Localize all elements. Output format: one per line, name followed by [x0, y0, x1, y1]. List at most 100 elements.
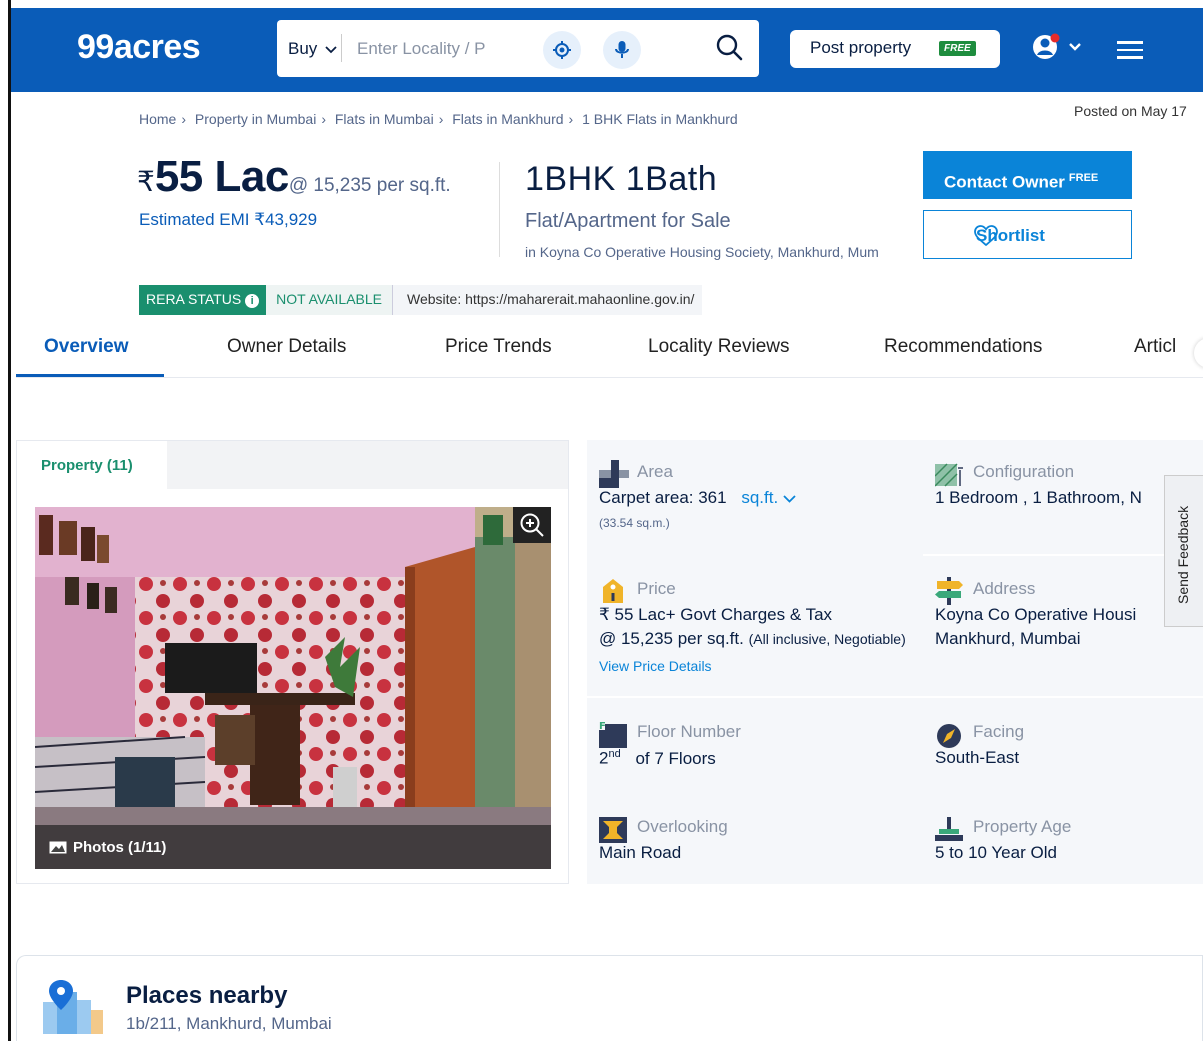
price-rate-text: @ 15,235 per sq.ft.: [599, 629, 744, 648]
search-mode-dropdown[interactable]: Buy: [288, 39, 337, 59]
detail-configuration: Configuration 1 Bedroom , 1 Bathroom, N: [935, 460, 1203, 550]
tab-overview[interactable]: Overview: [44, 336, 129, 358]
section-tabs: Overview Owner Details Price Trends Loca…: [16, 330, 1203, 378]
heart-icon: [974, 225, 998, 247]
photo-count-label: Photos (1/11): [73, 839, 167, 856]
search-icon[interactable]: [715, 33, 743, 61]
facing-label: Facing: [973, 722, 1025, 741]
building-age-icon: [935, 817, 963, 841]
photo-panel: Property (11) Photos (1/11): [16, 440, 569, 884]
facing-value: South-East: [935, 748, 1020, 767]
image-icon: [49, 841, 67, 854]
total-floors: of 7 Floors: [635, 748, 716, 768]
microphone-icon: [615, 41, 629, 58]
search-divider: [341, 34, 342, 62]
signpost-icon: [935, 577, 963, 605]
locate-me-button[interactable]: [543, 31, 581, 69]
send-feedback-label: Send Feedback: [1175, 505, 1191, 604]
price-amount: 55 Lac: [154, 152, 289, 201]
price-tag-icon: [603, 579, 623, 603]
chevron-down-icon: [783, 495, 796, 503]
area-unit-label: sq.ft.: [741, 488, 779, 507]
view-price-details-link[interactable]: View Price Details: [599, 658, 712, 674]
detail-address: Address Koyna Co Operative Housi Mankhur…: [935, 577, 1203, 687]
free-badge: FREE: [1068, 171, 1099, 184]
address-city: Mankhurd, Mumbai: [935, 629, 1081, 648]
tab-property-photos[interactable]: Property (11): [17, 441, 167, 489]
floor-suffix: nd: [608, 748, 621, 760]
rera-status-value: NOT AVAILABLE: [266, 285, 393, 315]
breadcrumb: Home › Property in Mumbai › Flats in Mumba…: [139, 111, 738, 127]
zoom-in-icon: [520, 513, 544, 537]
area-icon: [599, 460, 629, 488]
contact-owner-label: Contact Owner: [944, 172, 1065, 192]
search-box: Buy: [277, 20, 759, 77]
rera-website[interactable]: Website: https://maharerait.mahaonline.g…: [393, 285, 703, 315]
user-account-icon[interactable]: [1032, 32, 1084, 62]
grid-separator: [587, 696, 923, 698]
chevron-down-icon: [325, 46, 337, 54]
places-nearby-section: Places nearby 1b/211, Mankhurd, Mumbai: [16, 955, 1203, 1041]
tab-recommendations[interactable]: Recommendations: [884, 336, 1042, 358]
rera-bar: RERA STATUS i NOT AVAILABLE Website: http…: [139, 285, 703, 315]
header-divider: [499, 162, 500, 257]
property-type: Flat/Apartment for Sale: [525, 210, 731, 232]
area-sqm: (33.54 sq.m.): [599, 516, 670, 530]
free-badge: FREE: [939, 41, 976, 56]
estimated-emi-link[interactable]: Estimated EMI ₹43,929: [139, 210, 317, 230]
breadcrumb-item[interactable]: Flats in Mankhurd: [452, 111, 563, 127]
window-left-edge: [8, 0, 11, 1041]
hamburger-menu-icon[interactable]: [1117, 41, 1143, 59]
property-details-grid: Area Carpet area: 361 sq.ft. (33.54 sq.m…: [587, 440, 1203, 884]
zoom-button[interactable]: [513, 507, 551, 543]
detail-area: Area Carpet area: 361 sq.ft. (33.54 sq.m…: [599, 460, 919, 550]
photo-count-caption[interactable]: Photos (1/11): [35, 825, 551, 869]
post-property-button[interactable]: Post property FREE: [790, 30, 1000, 68]
info-icon[interactable]: i: [245, 294, 260, 308]
top-header: 99acres Buy Post property FREE: [11, 8, 1203, 92]
breadcrumb-item[interactable]: 1 BHK Flats in Mankhurd: [582, 111, 738, 127]
breadcrumb-item[interactable]: Property in Mumbai: [195, 111, 316, 127]
property-photo[interactable]: Photos (1/11): [35, 507, 551, 869]
area-label: Area: [637, 462, 673, 481]
tab-articles[interactable]: Articl: [1134, 336, 1176, 358]
overlooking-value: Main Road: [599, 843, 682, 862]
places-nearby-address: 1b/211, Mankhurd, Mumbai: [126, 1014, 332, 1033]
logo[interactable]: 99acres: [77, 28, 201, 67]
contact-owner-button[interactable]: Contact Owner FREE: [923, 151, 1132, 199]
society-location: in Koyna Co Operative Housing Society, M…: [525, 244, 879, 260]
breadcrumb-item[interactable]: Home: [139, 111, 176, 127]
floor-label: Floor Number: [637, 722, 741, 741]
configuration-icon: [935, 463, 963, 487]
places-nearby-title: Places nearby: [126, 982, 288, 1009]
price-per-sqft-value: @ 15,235 per sq.ft. (All inclusive, Nego…: [599, 629, 906, 649]
post-property-label: Post property: [810, 38, 912, 57]
detail-price: Price ₹ 55 Lac+ Govt Charges & Tax @ 15,…: [599, 577, 919, 687]
photo-tabbar: Property (11): [17, 441, 568, 489]
price-per-sqft: @ 15,235 per sq.ft.: [288, 175, 451, 196]
tab-scroll-right-button[interactable]: ›: [1194, 338, 1203, 368]
shortlist-button[interactable]: Shortlist: [923, 210, 1132, 259]
rera-status-label[interactable]: RERA STATUS i: [139, 285, 267, 315]
active-tab-indicator: [16, 374, 164, 377]
property-age-label: Property Age: [973, 817, 1072, 836]
send-feedback-tab[interactable]: Send Feedback: [1164, 475, 1203, 627]
locality-search-input[interactable]: [357, 34, 527, 64]
area-value: Carpet area: 361 sq.ft.: [599, 488, 796, 508]
overlooking-label: Overlooking: [637, 817, 728, 836]
posted-date: Posted on May 17: [1074, 103, 1187, 119]
tab-price-trends[interactable]: Price Trends: [445, 336, 552, 358]
property-age-value: 5 to 10 Year Old: [935, 843, 1057, 862]
tab-locality-reviews[interactable]: Locality Reviews: [648, 336, 790, 358]
tab-owner-details[interactable]: Owner Details: [227, 336, 346, 358]
breadcrumb-item[interactable]: Flats in Mumbai: [335, 111, 434, 127]
compass-icon: [937, 724, 961, 748]
address-value: Koyna Co Operative Housi: [935, 605, 1137, 624]
address-label: Address: [973, 579, 1036, 598]
rera-status-text: RERA STATUS: [146, 291, 242, 307]
price-label: Price: [637, 579, 676, 598]
area-unit-dropdown[interactable]: sq.ft.: [741, 488, 796, 507]
voice-search-button[interactable]: [603, 31, 641, 69]
price-value: ₹ 55 Lac+ Govt Charges & Tax: [599, 605, 833, 624]
grid-separator: [923, 696, 1203, 698]
